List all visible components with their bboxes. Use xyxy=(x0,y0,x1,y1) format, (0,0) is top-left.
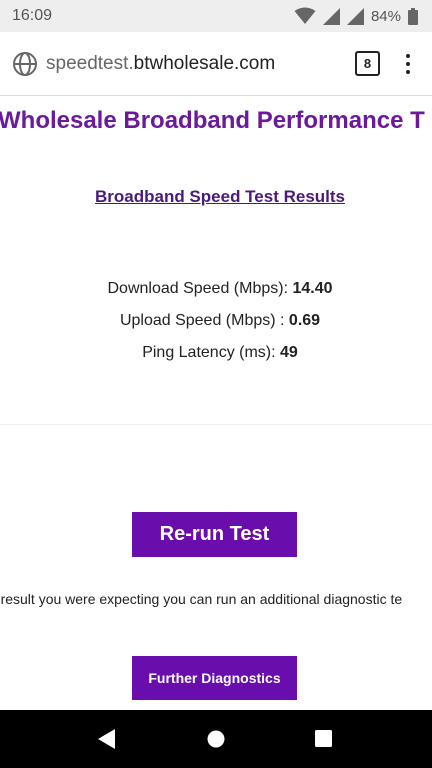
globe-icon[interactable] xyxy=(12,51,38,77)
menu-icon[interactable] xyxy=(406,53,410,74)
page-content: Wholesale Broadband Performance T Broadb… xyxy=(0,97,432,710)
divider xyxy=(0,424,432,425)
wifi-icon: x xyxy=(294,7,316,24)
diagnostic-description: est result you were expecting you can ru… xyxy=(0,591,403,607)
ping-value: 49 xyxy=(280,344,298,361)
page-heading: Wholesale Broadband Performance T xyxy=(0,107,425,134)
download-speed-row: Download Speed (Mbps): 14.40 xyxy=(0,280,432,298)
download-value: 14.40 xyxy=(292,280,333,297)
signal-icon xyxy=(346,7,364,25)
upload-value: 0.69 xyxy=(288,312,321,329)
status-time: 16:09 xyxy=(12,7,53,24)
recents-icon[interactable] xyxy=(315,730,332,747)
home-icon[interactable] xyxy=(207,730,225,748)
rerun-test-button[interactable]: Re-run Test xyxy=(132,512,297,557)
tab-count: 8 xyxy=(363,56,372,71)
status-bar: 16:09 x 84% xyxy=(0,0,432,32)
navigation-bar xyxy=(0,710,432,768)
tab-switcher-button[interactable]: 8 xyxy=(355,51,380,76)
svg-text:x: x xyxy=(309,7,313,15)
upload-speed-row: Upload Speed (Mbps) : 0.69 xyxy=(0,312,432,330)
url-field[interactable]: speedtest.btwholesale.com xyxy=(46,53,355,75)
download-label: Download Speed (Mbps): xyxy=(107,280,293,297)
ping-label: Ping Latency (ms): xyxy=(142,344,281,361)
back-icon[interactable] xyxy=(98,729,116,749)
status-icons: x 84% xyxy=(294,7,418,25)
results-title: Broadband Speed Test Results xyxy=(94,187,345,206)
upload-label: Upload Speed (Mbps) : xyxy=(119,312,289,329)
url-domain: btwholesale.com xyxy=(133,52,276,74)
url-prefix: speedtest. xyxy=(46,52,134,74)
browser-toolbar: speedtest.btwholesale.com 8 xyxy=(0,32,432,96)
further-diagnostics-button[interactable]: Further Diagnostics xyxy=(132,656,297,700)
battery-icon xyxy=(408,7,418,25)
ping-latency-row: Ping Latency (ms): 49 xyxy=(0,344,432,362)
signal-icon xyxy=(322,7,340,25)
battery-percent: 84% xyxy=(370,7,401,25)
